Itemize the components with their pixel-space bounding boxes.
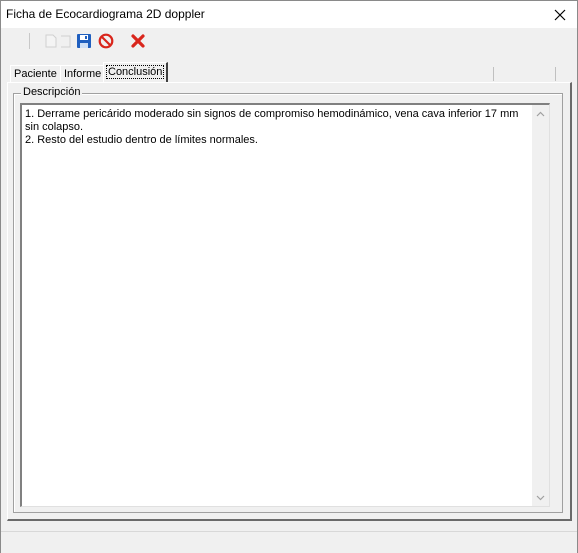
- tab-label: Paciente: [14, 68, 57, 80]
- dialog-window: Ficha de Ecocardiograma 2D doppler Pacie…: [0, 0, 578, 553]
- vertical-scrollbar[interactable]: [532, 105, 549, 506]
- tab-strip: Paciente Informe Conclusión: [10, 61, 566, 83]
- delete-button[interactable]: [128, 31, 148, 51]
- description-textarea[interactable]: 1. Derrame pericárido moderado sin signo…: [20, 103, 550, 507]
- tab-paciente[interactable]: Paciente: [10, 65, 61, 83]
- tab-informe[interactable]: Informe: [60, 65, 106, 83]
- save-icon: [77, 34, 91, 48]
- description-text[interactable]: 1. Derrame pericárido moderado sin signo…: [25, 108, 525, 147]
- chevron-up-icon: [536, 111, 545, 116]
- tab-strip-divider: [555, 67, 556, 81]
- tab-label: Informe: [64, 68, 102, 80]
- blank-page-icon: [45, 34, 57, 48]
- tab-strip-divider: [493, 67, 494, 81]
- title-bar[interactable]: Ficha de Ecocardiograma 2D doppler: [1, 1, 577, 28]
- scroll-down-button[interactable]: [532, 489, 549, 506]
- description-label: Descripción: [21, 86, 83, 98]
- window-title: Ficha de Ecocardiograma 2D doppler: [6, 7, 205, 21]
- save-button[interactable]: [74, 31, 94, 51]
- toolbar-separator: [29, 33, 30, 49]
- status-bar: [1, 531, 577, 553]
- toolbar: [1, 28, 577, 54]
- tab-conclusion[interactable]: Conclusión: [103, 62, 169, 83]
- delete-icon: [131, 34, 145, 48]
- close-icon: [554, 9, 566, 20]
- cancel-icon: [98, 33, 114, 49]
- tab-panel-conclusion: Descripción 1. Derrame pericárido modera…: [7, 82, 572, 521]
- open-button[interactable]: [59, 31, 73, 51]
- scroll-up-button[interactable]: [532, 105, 549, 122]
- chevron-down-icon: [536, 495, 545, 500]
- cancel-button[interactable]: [96, 31, 116, 51]
- tab-label: Conclusión: [105, 65, 165, 79]
- new-button[interactable]: [41, 31, 61, 51]
- description-group: Descripción 1. Derrame pericárido modera…: [13, 86, 563, 513]
- open-folder-icon: [61, 35, 71, 48]
- close-button[interactable]: [543, 1, 577, 28]
